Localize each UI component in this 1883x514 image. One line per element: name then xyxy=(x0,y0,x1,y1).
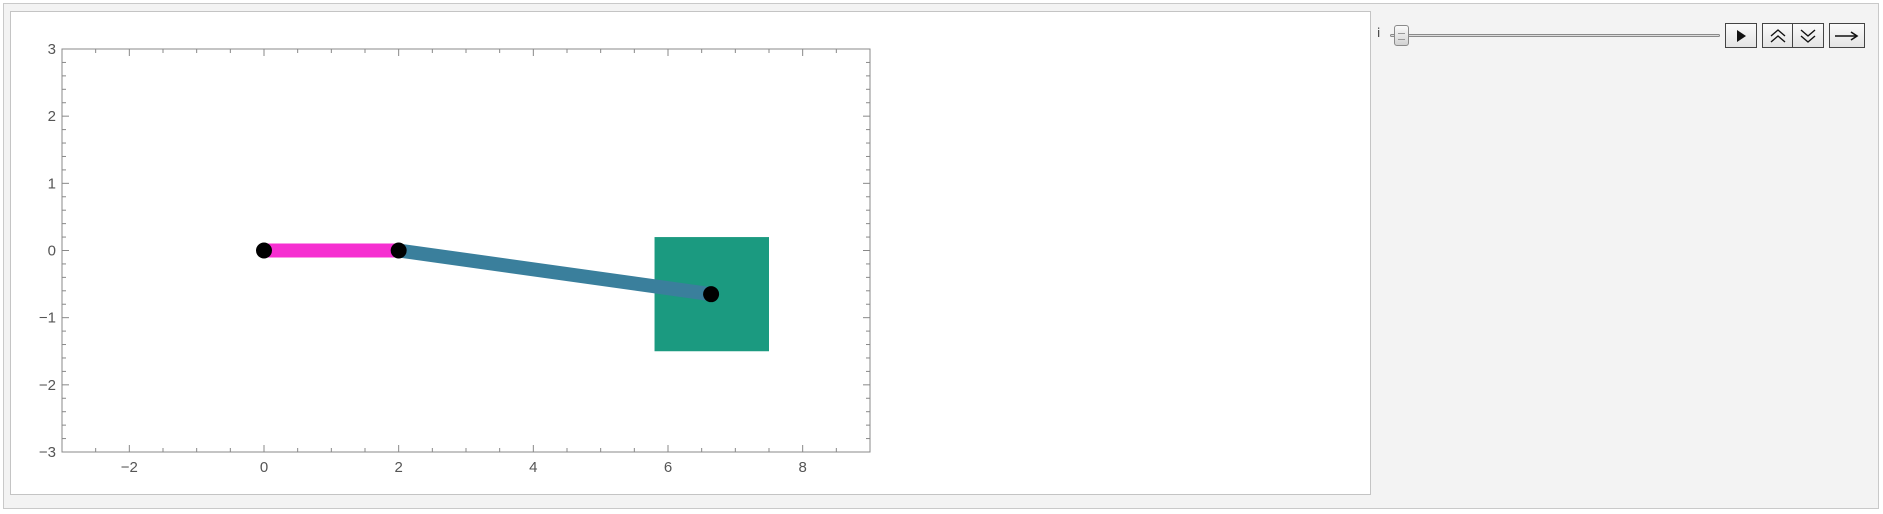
y-tick-label: 2 xyxy=(48,108,56,125)
y-tick-label: 1 xyxy=(48,175,56,192)
y-tick-label: −1 xyxy=(39,310,56,327)
joint-1 xyxy=(256,242,272,259)
y-tick-label: −2 xyxy=(39,377,56,394)
y-tick-label: −3 xyxy=(39,444,56,461)
slider-thumb[interactable] xyxy=(1394,25,1409,46)
mechanism-plot: −2 0 2 4 6 8 −3 −2 −1 0 1 2 3 xyxy=(39,41,871,476)
direction-button[interactable] xyxy=(1829,23,1865,48)
x-tick-label: 0 xyxy=(260,459,268,476)
slower-button[interactable] xyxy=(1793,23,1824,48)
slider-track[interactable] xyxy=(1390,34,1720,37)
joint-3 xyxy=(703,286,720,303)
x-tick-label: 2 xyxy=(394,459,402,476)
faster-button[interactable] xyxy=(1762,23,1793,48)
double-chevron-down-icon xyxy=(1800,28,1816,43)
double-chevron-up-icon xyxy=(1770,28,1785,43)
play-button[interactable] xyxy=(1725,23,1757,48)
play-icon xyxy=(1737,29,1746,42)
slider-variable-label: i xyxy=(1377,26,1381,40)
joint-2 xyxy=(390,242,407,259)
x-tick-label: 8 xyxy=(798,459,806,476)
speed-controls xyxy=(1762,23,1824,48)
x-tick-label: 6 xyxy=(664,459,672,476)
x-tick-label: −2 xyxy=(121,459,138,476)
y-tick-label: 3 xyxy=(48,41,56,58)
x-tick-label: 4 xyxy=(529,459,537,476)
arrow-right-icon xyxy=(1835,30,1859,41)
y-tick-label: 0 xyxy=(48,243,56,260)
